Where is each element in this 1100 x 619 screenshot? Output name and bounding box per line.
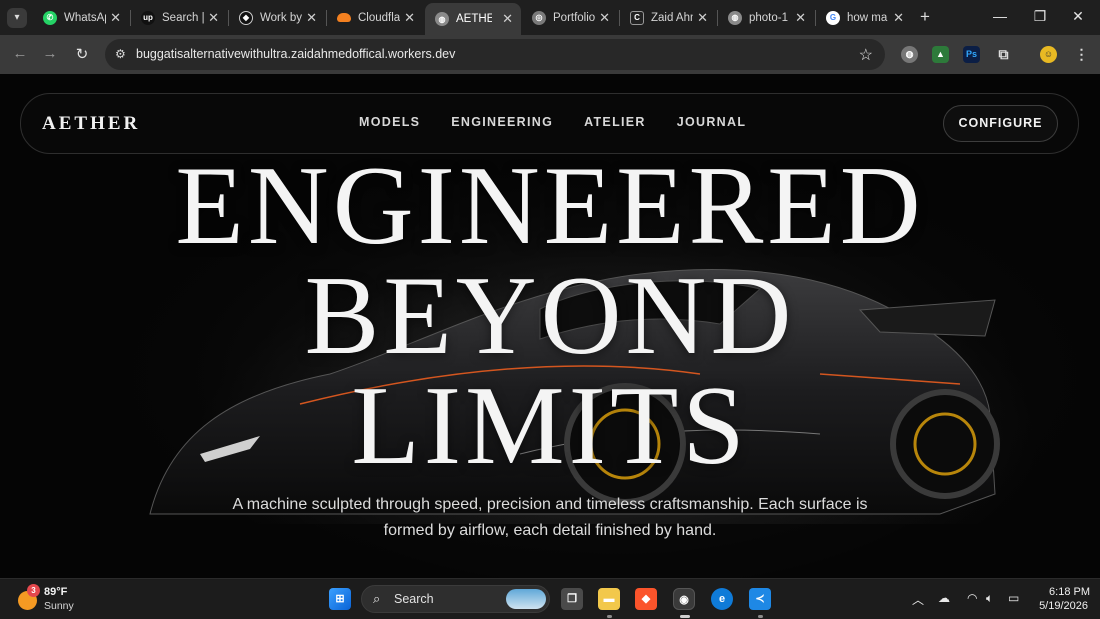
brave-icon[interactable]: ◆	[635, 588, 657, 610]
nav-link-journal[interactable]: JOURNAL	[677, 115, 747, 129]
search-highlight-image	[506, 589, 546, 609]
tab-work[interactable]: ◆ Work by ✕	[229, 4, 325, 31]
bookmark-star-icon[interactable]: ☆	[859, 45, 873, 65]
close-icon[interactable]: ✕	[502, 11, 513, 27]
portfolio-icon: ◎	[532, 10, 546, 25]
nav-link-atelier[interactable]: ATELIER	[584, 115, 646, 129]
onedrive-icon[interactable]: ☁	[938, 591, 950, 605]
hero-headline-line-2: BEYOND	[304, 254, 796, 378]
close-icon[interactable]: ✕	[306, 10, 317, 26]
restore-icon[interactable]: ❐	[1030, 8, 1050, 25]
tab-label: WhatsApp	[64, 11, 106, 24]
tab-upwork[interactable]: up Search | Upwork ✕	[131, 4, 227, 31]
upwork-icon: up	[141, 10, 155, 25]
nav-link-engineering[interactable]: ENGINEERING	[451, 115, 553, 129]
hero-subtitle-line-2: formed by airflow, each detail finished …	[383, 522, 717, 539]
tab-photo[interactable]: ◍ photo-1 ✕	[718, 4, 814, 31]
minimize-icon[interactable]: —	[990, 8, 1010, 24]
globe-icon: ◍	[728, 10, 742, 25]
tab-cloudflare[interactable]: Cloudflare ✕	[327, 4, 423, 31]
kebab-menu-icon[interactable]: ⋮	[1073, 46, 1090, 63]
drive-extension-icon[interactable]: ▲	[932, 46, 949, 63]
close-icon[interactable]: ✕	[110, 10, 121, 26]
tab-label: Cloudflare	[358, 11, 400, 24]
tab-google-search[interactable]: G how ma ✕	[816, 4, 912, 31]
tab-portfolio[interactable]: ◎ Portfolio ✕	[522, 4, 618, 31]
reload-icon[interactable]: ↻	[73, 45, 91, 63]
weather-condition[interactable]: Sunny	[44, 600, 74, 612]
windows-start-icon[interactable]: ⊞	[329, 588, 351, 610]
google-icon: G	[826, 10, 840, 25]
file-explorer-icon[interactable]: ▬	[598, 588, 620, 610]
github-icon: C	[630, 10, 644, 25]
nav-link-models[interactable]: MODELS	[359, 115, 420, 129]
address-bar[interactable]: ⚙ buggatisalternativewithultra.zaidahmed…	[105, 39, 885, 70]
chrome-icon[interactable]: ◉	[673, 588, 695, 610]
clock-date[interactable]: 5/19/2026	[1030, 600, 1088, 612]
cloudflare-icon	[337, 13, 351, 22]
battery-icon[interactable]: ▭	[1008, 591, 1019, 605]
hero-section: AETHER MODELS ENGINEERING ATELIER JOURNA…	[0, 74, 1100, 578]
whatsapp-icon: ✆	[43, 10, 57, 25]
close-icon[interactable]: ✕	[893, 10, 904, 26]
close-icon[interactable]: ✕	[404, 10, 415, 26]
forward-arrow-icon[interactable]: →	[41, 45, 59, 62]
edge-icon[interactable]: e	[711, 588, 733, 610]
photoshop-extension-icon[interactable]: Ps	[963, 46, 980, 63]
notification-badge: 3	[27, 584, 40, 597]
configure-button[interactable]: CONFIGURE	[943, 105, 1058, 142]
hero-headline-line-3: LIMITS	[351, 364, 749, 488]
tab-label: Zaid Ahmed	[651, 11, 693, 24]
window-close-icon[interactable]: ✕	[1068, 8, 1088, 25]
site-logo[interactable]: AETHER	[42, 113, 140, 135]
search-icon: ⌕	[373, 591, 381, 606]
tab-label: AETHER	[456, 13, 492, 25]
tab-aether[interactable]: ◍ AETHER ✕	[425, 3, 521, 35]
windows-taskbar: 3 89°F Sunny ⊞ ⌕ Search ❐ ▬ ◆ ◉ e ≺ ︿ ☁ …	[0, 578, 1100, 619]
tray-overflow-chevron-icon[interactable]: ︿	[912, 591, 924, 608]
clock-time[interactable]: 6:18 PM	[1040, 586, 1090, 598]
browser-tab-strip: ▾ ✆ WhatsApp ✕ up Search | Upwork ✕ ◆ Wo…	[0, 0, 1100, 35]
site-info-icon[interactable]: ⚙	[115, 47, 130, 62]
tab-label: photo-1	[749, 11, 789, 24]
tab-label: Search | Upwork	[162, 11, 204, 24]
tab-whatsapp[interactable]: ✆ WhatsApp ✕	[33, 4, 129, 31]
taskbar-search[interactable]: ⌕ Search	[361, 585, 550, 613]
profile-avatar[interactable]: ☺	[1040, 46, 1057, 63]
browser-toolbar: ← → ↻ ⚙ buggatisalternativewithultra.zai…	[0, 35, 1100, 74]
running-indicator	[607, 615, 612, 618]
tab-search-chevron-icon[interactable]: ▾	[7, 8, 27, 28]
address-url[interactable]: buggatisalternativewithultra.zaidahmedof…	[136, 47, 455, 61]
back-arrow-icon[interactable]: ←	[11, 45, 29, 62]
nav-links: MODELS ENGINEERING ATELIER JOURNAL	[359, 115, 777, 129]
globe-extension-icon[interactable]: ◍	[901, 46, 918, 63]
work-icon: ◆	[239, 10, 253, 25]
hero-headline-line-1: ENGINEERED	[175, 144, 925, 268]
active-indicator	[680, 615, 690, 618]
tab-label: Portfolio	[553, 11, 595, 24]
close-icon[interactable]: ✕	[208, 10, 219, 26]
taskbar-search-label: Search	[394, 592, 434, 606]
close-icon[interactable]: ✕	[599, 10, 610, 26]
globe-icon: ◍	[435, 12, 449, 26]
weather-temperature[interactable]: 89°F	[44, 586, 67, 598]
close-icon[interactable]: ✕	[697, 10, 708, 26]
wifi-icon[interactable]: ◠	[967, 591, 977, 605]
tab-label: Work by	[260, 11, 302, 24]
extensions-puzzle-icon[interactable]: ⧉	[995, 46, 1012, 63]
vscode-icon[interactable]: ≺	[749, 588, 771, 610]
tab-label: how ma	[847, 11, 888, 24]
close-icon[interactable]: ✕	[795, 10, 806, 26]
task-view-icon[interactable]: ❐	[561, 588, 583, 610]
new-tab-plus-icon[interactable]: +	[916, 7, 934, 27]
volume-icon[interactable]: 🔈︎	[986, 591, 993, 606]
tab-zaid-ahmed[interactable]: C Zaid Ahmed ✕	[620, 4, 716, 31]
hero-subtitle-line-1: A machine sculpted through speed, precis…	[232, 496, 868, 513]
running-indicator	[758, 615, 763, 618]
